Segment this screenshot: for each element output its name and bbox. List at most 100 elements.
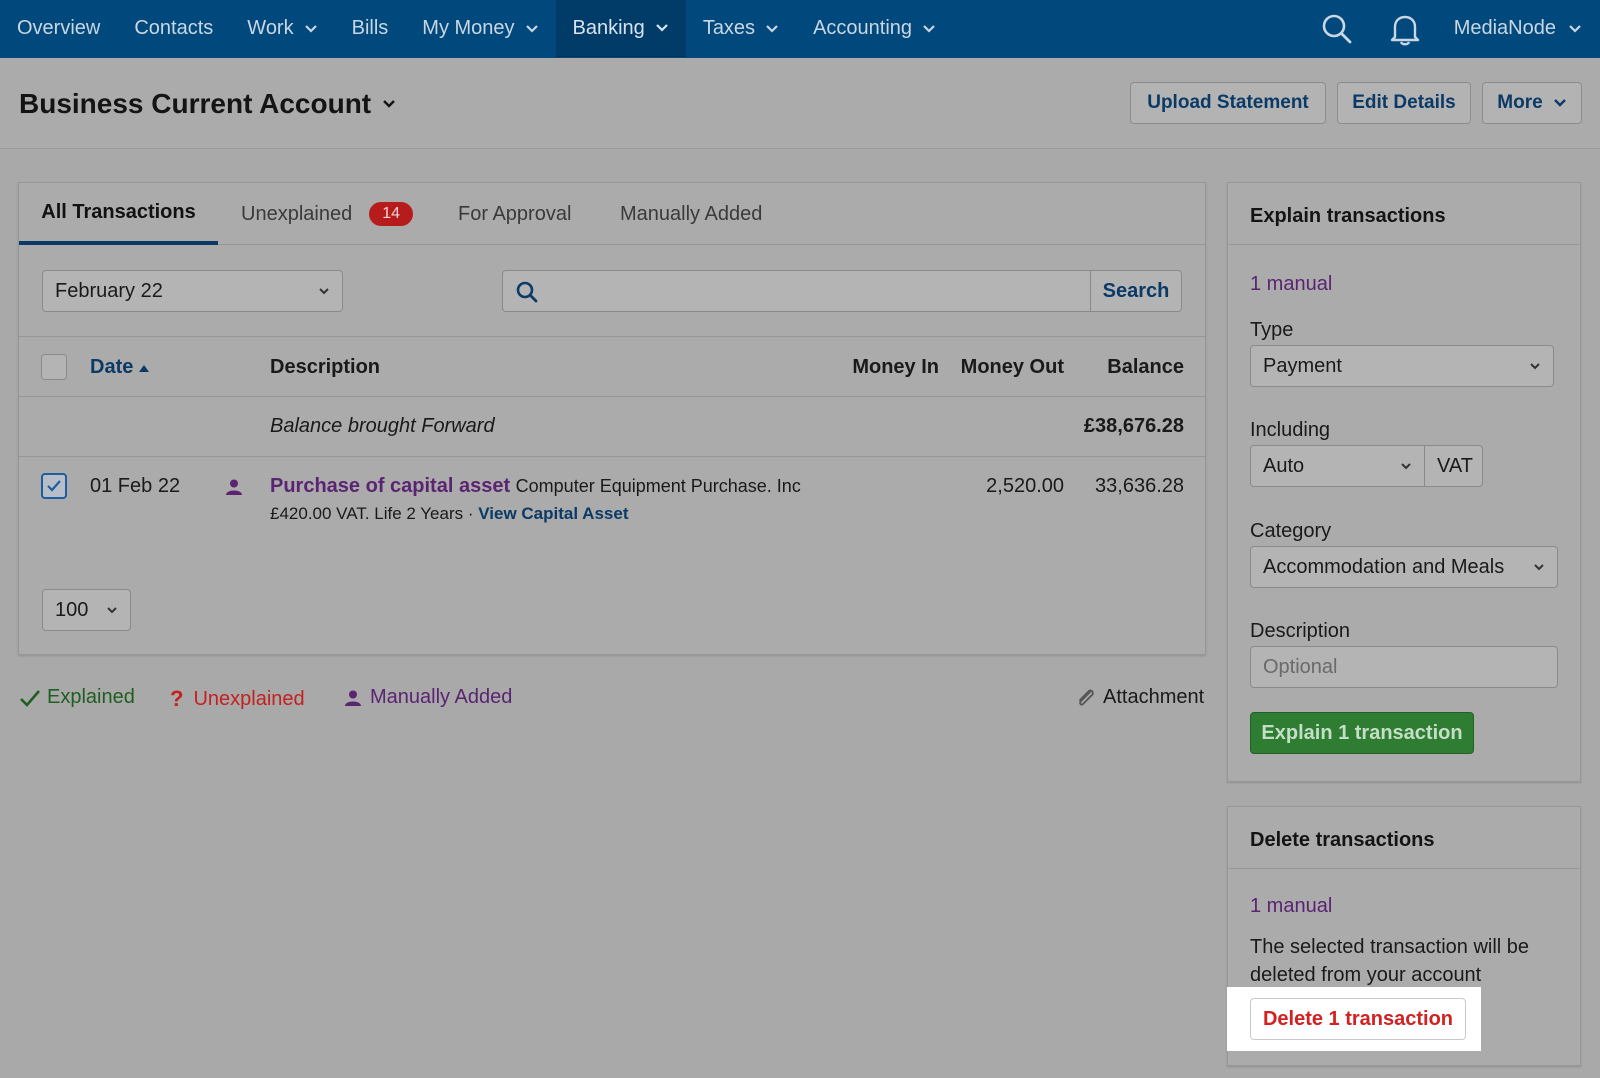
legend-manual-label: Manually Added	[370, 686, 513, 708]
user-menu[interactable]: MediaNode	[1454, 17, 1600, 40]
transactions-panel: All Transactions Unexplained 14 For Appro…	[18, 182, 1206, 655]
delete-message: The selected transaction will be deleted…	[1250, 933, 1529, 989]
balance-header-label: Balance	[1107, 356, 1184, 378]
row-description: Purchase of capital asset Computer Equip…	[270, 475, 801, 498]
check-icon	[19, 688, 41, 708]
tab-approval-label: For Approval	[458, 202, 572, 225]
nav-my-money-label: My Money	[422, 17, 515, 39]
description-column-header: Description	[270, 356, 380, 379]
edit-details-button[interactable]: Edit Details	[1337, 82, 1471, 124]
paperclip-icon	[1075, 687, 1097, 709]
nav-my-money[interactable]: My Money	[405, 0, 555, 57]
explain-manual-count: 1 manual	[1250, 273, 1333, 295]
nav-bills-label: Bills	[351, 17, 389, 39]
legend-explained-label: Explained	[47, 686, 135, 708]
nav-taxes-label: Taxes	[702, 17, 756, 39]
explain-panel: Explain transactions 1 manual Type Payme…	[1227, 182, 1581, 782]
user-icon	[344, 689, 362, 707]
row-money-out: 2,520.00	[986, 475, 1064, 497]
delete-transaction-button[interactable]: Delete 1 transaction	[1250, 998, 1466, 1040]
money-out-header-label: Money Out	[960, 356, 1064, 378]
chevron-down-icon	[765, 22, 779, 36]
edit-details-label: Edit Details	[1352, 92, 1456, 113]
balance-column-header: Balance	[1064, 356, 1184, 379]
nav-work[interactable]: Work	[230, 0, 334, 57]
nav-taxes[interactable]: Taxes	[686, 0, 796, 57]
nav-overview[interactable]: Overview	[0, 0, 117, 57]
type-label: Type	[1250, 319, 1294, 341]
account-selector[interactable]: Business Current Account	[19, 88, 397, 120]
delete-manual-count: 1 manual	[1250, 895, 1333, 917]
more-label: More	[1497, 92, 1543, 113]
nav-bills[interactable]: Bills	[335, 0, 406, 57]
legend-unexplained-label: Unexplained	[193, 687, 305, 710]
balance-forward-amount: £38,676.28	[1083, 415, 1184, 437]
nav-work-label: Work	[247, 17, 294, 39]
nav-contacts[interactable]: Contacts	[117, 0, 230, 57]
per-page-select[interactable]: 100	[42, 589, 131, 631]
delete-message-line1: The selected transaction will be	[1250, 936, 1530, 958]
legend-attachment: Attachment	[1075, 686, 1204, 709]
description-placeholder: Optional	[1263, 655, 1338, 678]
question-icon: ?	[170, 686, 184, 711]
bell-icon[interactable]	[1371, 0, 1439, 57]
select-all-checkbox[interactable]	[41, 354, 67, 380]
period-select[interactable]: February 22	[42, 270, 343, 312]
date-header-label: Date	[90, 356, 134, 378]
top-nav: Overview Contacts Work Bills My Money Ba…	[0, 0, 1600, 58]
search-input[interactable]	[547, 271, 1087, 311]
money-in-column-header: Money In	[819, 356, 939, 379]
explain-panel-title: Explain transactions	[1228, 183, 1580, 245]
tab-for-approval[interactable]: For Approval	[458, 183, 571, 245]
transaction-title-link[interactable]: Purchase of capital asset	[270, 475, 510, 497]
category-select[interactable]: Accommodation and Meals	[1250, 546, 1558, 588]
chevron-down-icon	[922, 22, 936, 36]
chevron-down-icon	[1553, 96, 1567, 110]
vat-label: VAT	[1437, 454, 1473, 477]
search-icon[interactable]	[1303, 0, 1371, 57]
nav-accounting-label: Accounting	[813, 17, 913, 39]
type-select[interactable]: Payment	[1250, 345, 1554, 387]
transaction-details: £420.00 VAT. Life 2 Years ·	[270, 504, 474, 523]
money-out-column-header: Money Out	[939, 356, 1064, 379]
category-label: Category	[1250, 520, 1332, 542]
upload-statement-button[interactable]: Upload Statement	[1130, 82, 1326, 124]
explain-button-label: Explain 1 transaction	[1261, 721, 1463, 744]
manual-user-icon	[225, 478, 243, 501]
search-button[interactable]: Search	[1090, 271, 1181, 311]
tab-manually-added[interactable]: Manually Added	[620, 183, 762, 245]
category-value: Accommodation and Meals	[1263, 555, 1505, 578]
nav-banking[interactable]: Banking	[555, 0, 686, 57]
chevron-down-icon	[1400, 460, 1412, 472]
nav-banking-label: Banking	[572, 16, 645, 39]
chevron-down-icon	[304, 22, 318, 36]
chevron-down-icon	[381, 96, 397, 112]
delete-panel-title: Delete transactions	[1228, 807, 1580, 869]
including-select[interactable]: Auto	[1250, 445, 1425, 487]
chevron-down-icon	[1568, 22, 1582, 36]
page-header: Business Current Account Upload Statemen…	[0, 58, 1600, 149]
tab-manual-label: Manually Added	[620, 202, 763, 225]
legend-unexplained: ? Unexplained	[170, 686, 305, 712]
page-title: Business Current Account	[19, 88, 372, 119]
period-value: February 22	[55, 279, 163, 302]
transaction-tabs: All Transactions Unexplained 14 For Appro…	[19, 183, 1205, 245]
explain-transaction-button[interactable]: Explain 1 transaction	[1250, 712, 1474, 754]
search-button-label: Search	[1102, 279, 1170, 302]
search-icon	[515, 280, 539, 304]
description-input[interactable]: Optional	[1250, 646, 1558, 688]
nav-right: MediaNode	[1303, 0, 1600, 57]
tab-unexplained[interactable]: Unexplained 14	[241, 183, 413, 245]
more-button[interactable]: More	[1482, 82, 1582, 124]
row-checkbox[interactable]	[41, 473, 67, 499]
nav-accounting[interactable]: Accounting	[796, 0, 953, 57]
sort-asc-icon	[138, 363, 150, 373]
per-page-value: 100	[55, 598, 89, 621]
chevron-down-icon	[1533, 561, 1545, 573]
table-row[interactable]: 01 Feb 22 Purchase of capital asset Comp…	[19, 457, 1205, 567]
date-column-header[interactable]: Date	[90, 356, 150, 379]
view-capital-asset-link[interactable]: View Capital Asset	[478, 504, 628, 523]
user-name: MediaNode	[1453, 17, 1556, 39]
tab-all-transactions[interactable]: All Transactions	[19, 183, 218, 245]
including-value: Auto	[1263, 454, 1305, 477]
